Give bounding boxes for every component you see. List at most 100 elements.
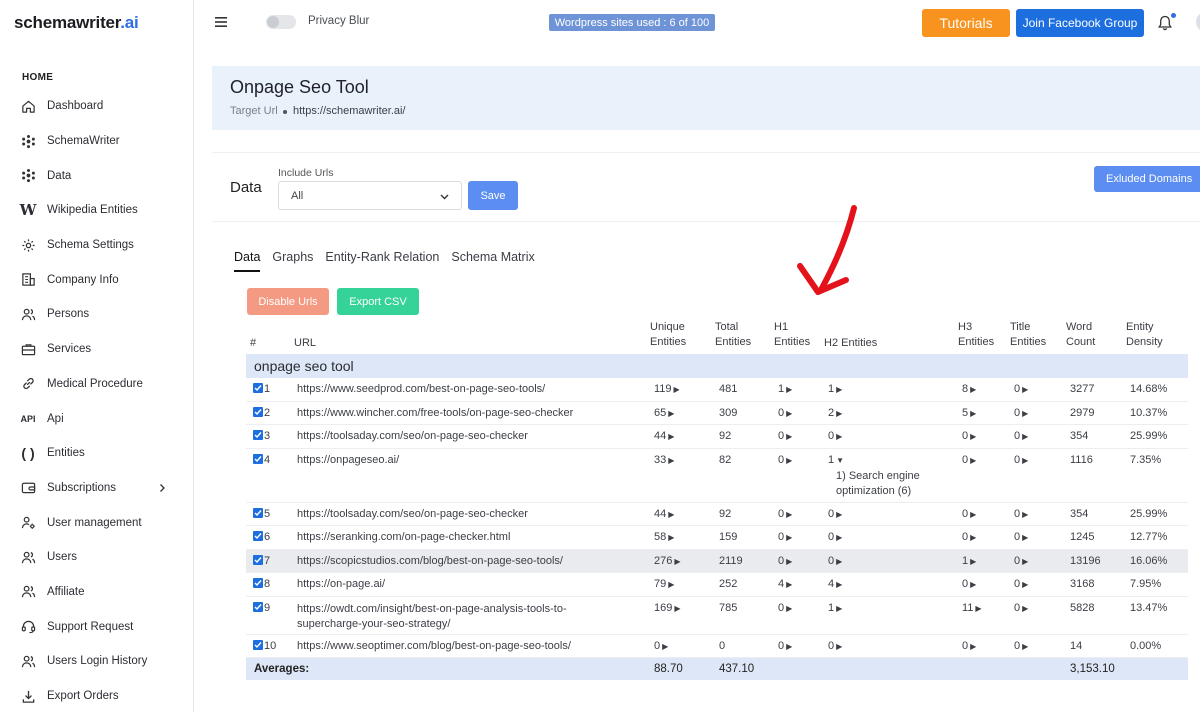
col-header-h3[interactable]: H3 Entities [958,320,994,350]
row-checkbox[interactable] [253,601,263,612]
sidebar-item-data[interactable]: Data [0,158,194,193]
caret-right-icon[interactable]: ▶ [836,510,842,519]
cell-h3[interactable]: 8 ▶ [962,383,976,395]
cell-h1[interactable]: 0 ▶ [778,531,792,543]
caret-right-icon[interactable]: ▶ [674,557,680,566]
caret-right-icon[interactable]: ▶ [674,385,680,394]
row-url[interactable]: https://scopicstudios.com/blog/best-on-p… [297,555,563,567]
cell-h2[interactable]: 4 ▶ [828,578,842,590]
row-checkbox[interactable] [253,406,263,417]
sidebar-item-users[interactable]: Users [0,540,194,575]
cell-h1[interactable]: 0 ▶ [778,555,792,567]
caret-right-icon[interactable]: ▶ [970,409,976,418]
row-url[interactable]: https://onpageseo.ai/ [297,454,399,466]
export-csv-button[interactable]: Export CSV [337,288,419,315]
caret-right-icon[interactable]: ▶ [668,432,674,441]
cell-title[interactable]: 0 ▶ [1014,602,1028,614]
brand-logo[interactable]: schemawriter.ai [14,13,139,33]
caret-right-icon[interactable]: ▶ [786,409,792,418]
caret-right-icon[interactable]: ▶ [668,409,674,418]
sidebar-item-subscriptions[interactable]: Subscriptions [0,471,194,506]
caret-right-icon[interactable]: ▶ [836,432,842,441]
cell-h3[interactable]: 0 ▶ [962,430,976,442]
caret-right-icon[interactable]: ▶ [786,533,792,542]
hamburger-menu-icon[interactable] [214,15,228,29]
caret-right-icon[interactable]: ▶ [836,580,842,589]
col-header-title[interactable]: Title Entities [1010,320,1046,350]
tutorials-button[interactable]: Tutorials [922,9,1010,37]
row-url[interactable]: https://seranking.com/on-page-checker.ht… [297,531,510,543]
row-url[interactable]: https://www.wincher.com/free-tools/on-pa… [297,407,573,419]
cell-h2[interactable]: 0 ▶ [828,531,842,543]
caret-right-icon[interactable]: ▶ [975,604,981,613]
chevron-right-icon[interactable] [156,482,168,494]
caret-right-icon[interactable]: ▶ [668,510,674,519]
row-checkbox[interactable] [253,578,263,588]
tab-graphs[interactable]: Graphs [272,250,313,272]
cell-h2[interactable]: 0 ▶ [828,555,842,567]
cell-title[interactable]: 0 ▶ [1014,508,1028,520]
caret-right-icon[interactable]: ▶ [786,432,792,441]
caret-right-icon[interactable]: ▶ [836,604,842,613]
sidebar-item-schema-settings[interactable]: Schema Settings [0,228,194,263]
cell-unique[interactable]: 44 ▶ [654,508,674,520]
cell-unique[interactable]: 65 ▶ [654,407,674,419]
caret-right-icon[interactable]: ▶ [1022,510,1028,519]
row-url[interactable]: https://toolsaday.com/seo/on-page-seo-ch… [297,508,528,520]
caret-right-icon[interactable]: ▶ [786,580,792,589]
cell-h2[interactable]: 0 ▶ [828,508,842,520]
cell-h1[interactable]: 0 ▶ [778,454,792,466]
caret-right-icon[interactable]: ▶ [1022,604,1028,613]
cell-unique[interactable]: 169 ▶ [654,602,681,614]
row-checkbox[interactable] [253,531,263,541]
caret-right-icon[interactable]: ▶ [836,557,842,566]
cell-h3[interactable]: 0 ▶ [962,578,976,590]
caret-right-icon[interactable]: ▶ [970,580,976,589]
row-checkbox[interactable] [253,453,263,464]
cell-h2[interactable]: 0 ▶ [828,430,842,442]
caret-right-icon[interactable]: ▶ [1022,533,1028,542]
cell-h2[interactable]: 1 ▶ [828,602,842,614]
cell-title[interactable]: 0 ▶ [1014,640,1028,652]
tab-entity-rank-relation[interactable]: Entity-Rank Relation [325,250,439,272]
tab-schema-matrix[interactable]: Schema Matrix [451,250,534,272]
cell-h1[interactable]: 0 ▶ [778,640,792,652]
caret-right-icon[interactable]: ▶ [1022,642,1028,651]
sidebar-item-users-login-history[interactable]: Users Login History [0,644,194,679]
sidebar-item-schemawriter[interactable]: SchemaWriter [0,124,194,159]
tab-data[interactable]: Data [234,250,261,272]
row-checkbox[interactable] [253,383,263,393]
cell-unique[interactable]: 33 ▶ [654,454,674,466]
caret-right-icon[interactable]: ▶ [1022,432,1028,441]
caret-down-icon[interactable]: ▼ [836,456,844,465]
sidebar-item-entities[interactable]: ( ) Entities [0,436,194,471]
caret-right-icon[interactable]: ▶ [970,456,976,465]
cell-title[interactable]: 0 ▶ [1014,555,1028,567]
cell-unique[interactable]: 0 ▶ [654,640,668,652]
caret-right-icon[interactable]: ▶ [1022,409,1028,418]
cell-h1[interactable]: 4 ▶ [778,578,792,590]
col-header-words[interactable]: Word Count [1066,320,1095,350]
caret-right-icon[interactable]: ▶ [786,385,792,394]
col-header-density[interactable]: Entity Density [1126,320,1163,350]
caret-right-icon[interactable]: ▶ [1022,456,1028,465]
caret-right-icon[interactable]: ▶ [674,604,680,613]
cell-h3[interactable]: 0 ▶ [962,454,976,466]
col-header-h1[interactable]: H1 Entities [774,320,810,350]
cell-h1[interactable]: 0 ▶ [778,430,792,442]
avatar[interactable] [1196,12,1200,32]
sidebar-item-persons[interactable]: Persons [0,297,194,332]
cell-unique[interactable]: 119 ▶ [654,383,680,395]
caret-right-icon[interactable]: ▶ [970,510,976,519]
caret-right-icon[interactable]: ▶ [970,432,976,441]
cell-h1[interactable]: 0 ▶ [778,407,792,419]
row-url[interactable]: https://on-page.ai/ [297,578,385,590]
sidebar-item-export-orders[interactable]: Export Orders [0,679,194,713]
cell-h3[interactable]: 0 ▶ [962,640,976,652]
join-facebook-group-button[interactable]: Join Facebook Group [1016,9,1144,37]
caret-right-icon[interactable]: ▶ [786,510,792,519]
sidebar-item-user-management[interactable]: User management [0,505,194,540]
row-checkbox[interactable] [253,430,263,440]
row-checkbox[interactable] [253,639,263,650]
caret-right-icon[interactable]: ▶ [836,533,842,542]
